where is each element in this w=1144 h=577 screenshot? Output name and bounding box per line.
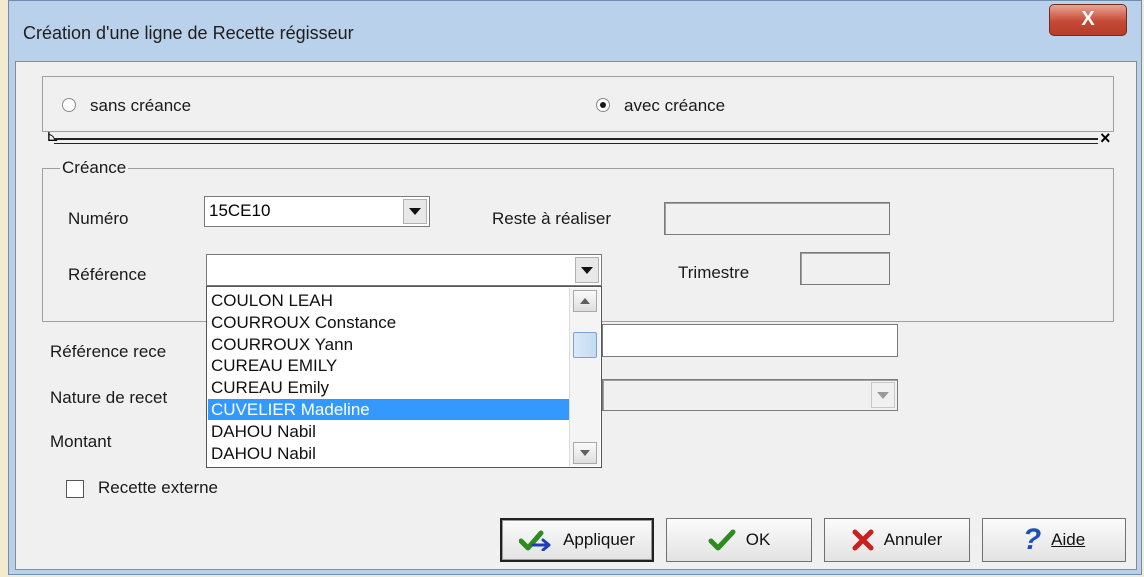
- recette-externe-label: Recette externe: [98, 478, 219, 497]
- nature-label: Nature de recet: [50, 388, 168, 407]
- cancel-label: Annuler: [883, 530, 943, 549]
- list-item[interactable]: DAHOU Nabil: [211, 443, 569, 464]
- numero-label: Numéro: [68, 209, 129, 228]
- reference-label: Référence: [68, 265, 147, 284]
- radio-sans-creance[interactable]: sans créance: [62, 96, 262, 118]
- apply-label: Appliquer: [563, 530, 635, 549]
- list-item[interactable]: CUREAU EMILY: [211, 355, 569, 376]
- scroll-thumb[interactable]: [573, 332, 597, 358]
- nature-combobox[interactable]: [602, 379, 898, 411]
- dialog-window: Création d'une ligne de Recette régisseu…: [8, 0, 1142, 575]
- cancel-button[interactable]: Annuler: [824, 518, 970, 562]
- creance-group-label: Créance: [60, 158, 129, 178]
- scroll-down-icon: [580, 450, 590, 456]
- trimestre-label: Trimestre: [678, 263, 750, 282]
- radio-avec-creance[interactable]: avec créance: [596, 96, 796, 118]
- apply-check-arrow-icon: [519, 530, 551, 551]
- help-button[interactable]: ? Aide: [982, 518, 1126, 562]
- chevron-down-icon: [877, 391, 889, 399]
- reference-combobox[interactable]: [206, 254, 602, 286]
- reste-field: [664, 202, 890, 235]
- dialog-client-area: sans créance avec créance ⊾ × Créance Nu…: [15, 61, 1137, 570]
- radio-label-avec-creance: avec créance: [624, 96, 726, 115]
- reste-label: Reste à réaliser: [492, 209, 612, 228]
- splitter-bar[interactable]: ⊾ ×: [46, 128, 1111, 152]
- recette-externe-checkbox[interactable]: Recette externe: [66, 478, 286, 500]
- reference-recette-label: Référence rece: [50, 342, 167, 361]
- window-title: Création d'une ligne de Recette régisseu…: [23, 23, 354, 43]
- ok-button[interactable]: OK: [666, 518, 812, 562]
- apply-button[interactable]: Appliquer: [500, 518, 654, 562]
- help-label: Aide: [1051, 530, 1086, 549]
- montant-label: Montant: [50, 432, 112, 451]
- list-item[interactable]: COURROUX Yann: [211, 334, 569, 355]
- scroll-down-button[interactable]: [573, 442, 597, 464]
- list-scrollbar[interactable]: [569, 288, 600, 466]
- nature-dropdown-button[interactable]: [871, 382, 895, 408]
- list-item[interactable]: DAHOU Nabil: [211, 421, 569, 442]
- radio-circle-sans-creance[interactable]: [62, 98, 76, 112]
- list-item[interactable]: CUREAU Emily: [211, 377, 569, 398]
- reference-dropdown-list[interactable]: COULON LEAH COURROUX Constance COURROUX …: [206, 286, 602, 468]
- radio-circle-avec-creance[interactable]: [596, 98, 610, 112]
- list-item[interactable]: COURROUX Constance: [211, 312, 569, 333]
- reference-recette-input[interactable]: [602, 324, 898, 357]
- numero-combobox[interactable]: 15CE10: [204, 196, 430, 227]
- trimestre-field: [800, 252, 890, 285]
- ok-label: OK: [745, 530, 771, 549]
- numero-dropdown-button[interactable]: [403, 199, 427, 224]
- check-icon: [708, 529, 736, 551]
- radio-label-sans-creance: sans créance: [90, 96, 192, 115]
- title-bar: Création d'une ligne de Recette régisseu…: [9, 1, 1141, 61]
- close-x-icon: [852, 529, 874, 551]
- numero-value: 15CE10: [209, 201, 271, 220]
- chevron-down-icon: [581, 266, 593, 274]
- help-question-icon: ?: [1022, 523, 1042, 556]
- splitter-close-icon[interactable]: ×: [1100, 128, 1111, 149]
- list-item[interactable]: COULON LEAH: [211, 290, 569, 311]
- list-item-selected[interactable]: CUVELIER Madeline: [208, 399, 569, 420]
- checkbox-box[interactable]: [66, 480, 84, 498]
- scroll-up-icon: [580, 298, 590, 304]
- chevron-down-icon: [409, 208, 421, 215]
- scroll-up-button[interactable]: [573, 290, 597, 312]
- reference-dropdown-button[interactable]: [575, 257, 599, 283]
- close-button[interactable]: X: [1049, 4, 1127, 36]
